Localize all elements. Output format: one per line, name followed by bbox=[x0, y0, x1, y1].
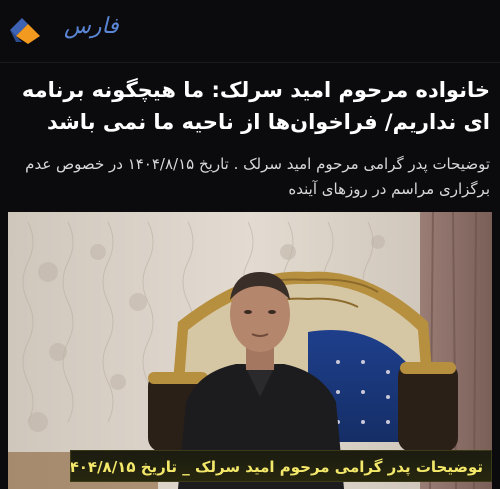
article-lead: توضیحات پدر گرامی مرحوم امید سرلک . تاری… bbox=[25, 155, 490, 198]
fars-logo-icon[interactable] bbox=[8, 16, 42, 44]
app-header: فارس bbox=[0, 0, 500, 63]
video-frame bbox=[8, 212, 492, 489]
video-player[interactable] bbox=[8, 212, 492, 489]
fars-logo-text[interactable]: فارس bbox=[64, 14, 119, 46]
video-caption: توضیحات پدر گرامی مرحوم امید سرلک _ تاری… bbox=[70, 450, 492, 482]
article-headline[interactable]: خانواده مرحوم امید سرلک: ما هیچگونه برنا… bbox=[10, 74, 490, 138]
